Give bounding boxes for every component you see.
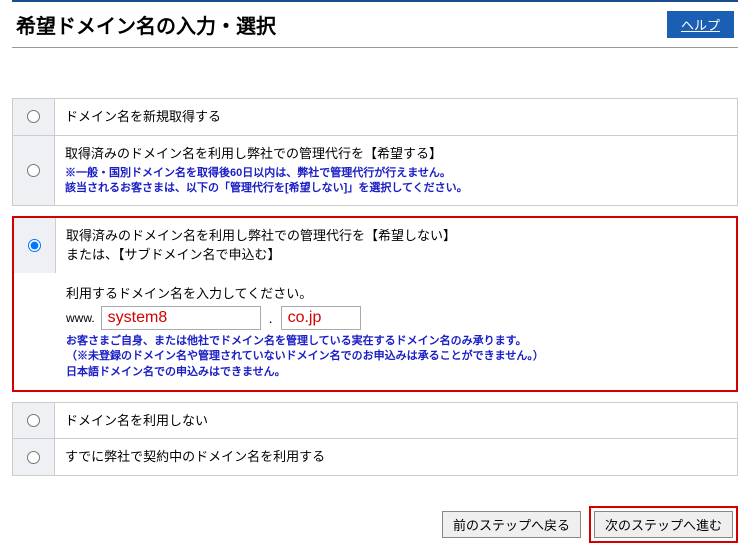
note-line: お客さまご自身、または他社でドメイン名を管理している実在するドメイン名のみ承りま… — [66, 334, 726, 349]
option-label-line1: 取得済みのドメイン名を利用し弊社での管理代行を【希望しない】 — [66, 226, 726, 246]
radio-cell — [13, 439, 55, 475]
radio-cell — [13, 99, 55, 135]
next-step-button[interactable]: 次のステップへ進む — [594, 511, 733, 538]
radio-no-manage[interactable] — [28, 239, 41, 252]
radio-wish-manage[interactable] — [27, 164, 40, 177]
domain-tld-input[interactable] — [281, 306, 361, 330]
option-label: ドメイン名を新規取得する — [55, 99, 737, 135]
option-label: 取得済みのドメイン名を利用し弊社での管理代行を【希望しない】 または、【サブドメ… — [56, 218, 736, 273]
input-prompt: 利用するドメイン名を入力してください。 — [66, 283, 726, 302]
note-line: （※未登録のドメイン名や管理されていないドメイン名でのお申込みは承ることができま… — [66, 349, 726, 364]
option-label: すでに弊社で契約中のドメイン名を利用する — [55, 439, 737, 475]
option-row-no-manage-selected: 取得済みのドメイン名を利用し弊社での管理代行を【希望しない】 または、【サブドメ… — [12, 216, 738, 392]
www-prefix: www. — [66, 311, 95, 325]
option-label-text: 取得済みのドメイン名を利用し弊社での管理代行を【希望する】 — [65, 144, 727, 164]
radio-cell — [13, 136, 55, 205]
option-row-no-manage: 取得済みのドメイン名を利用し弊社での管理代行を【希望しない】 または、【サブドメ… — [14, 218, 736, 273]
dot-separator: . — [263, 310, 279, 326]
radio-new-domain[interactable] — [27, 110, 40, 123]
option-row-existing-contract: すでに弊社で契約中のドメイン名を利用する — [12, 438, 738, 476]
domain-input-section: 利用するドメイン名を入力してください。 www. . お客さまご自身、または他社… — [14, 273, 736, 390]
option-label: 取得済みのドメイン名を利用し弊社での管理代行を【希望する】 ※一般・国別ドメイン… — [55, 136, 737, 205]
option-label-line2: または、【サブドメイン名で申込む】 — [66, 245, 726, 265]
note-line: ※一般・国別ドメイン名を取得後60日以内は、弊社で管理代行が行えません。 — [65, 166, 727, 181]
option-row-no-domain: ドメイン名を利用しない — [12, 402, 738, 439]
option-label: ドメイン名を利用しない — [55, 403, 737, 439]
help-button[interactable]: ヘルプ — [667, 11, 734, 38]
domain-name-input[interactable] — [101, 306, 261, 330]
radio-cell — [13, 403, 55, 439]
step-button-row: 前のステップへ戻る 次のステップへ進む — [12, 506, 738, 543]
option-row-wish-manage: 取得済みのドメイン名を利用し弊社での管理代行を【希望する】 ※一般・国別ドメイン… — [12, 135, 738, 206]
radio-cell — [14, 218, 56, 273]
prev-step-button[interactable]: 前のステップへ戻る — [442, 511, 581, 538]
next-step-highlight: 次のステップへ進む — [589, 506, 738, 543]
option-note: お客さまご自身、または他社でドメイン名を管理している実在するドメイン名のみ承りま… — [66, 334, 726, 380]
note-line: 該当されるお客さまは、以下の「管理代行を[希望しない]」を選択してください。 — [65, 181, 727, 196]
radio-no-domain[interactable] — [27, 414, 40, 427]
domain-option-form: ドメイン名を新規取得する 取得済みのドメイン名を利用し弊社での管理代行を【希望す… — [12, 98, 738, 476]
option-row-new-domain: ドメイン名を新規取得する — [12, 98, 738, 135]
page-title: 希望ドメイン名の入力・選択 — [16, 10, 276, 39]
domain-input-line: www. . — [66, 306, 726, 330]
option-note: ※一般・国別ドメイン名を取得後60日以内は、弊社で管理代行が行えません。 該当さ… — [65, 166, 727, 197]
radio-existing-contract[interactable] — [27, 451, 40, 464]
note-line: 日本語ドメイン名での申込みはできません。 — [66, 365, 726, 380]
